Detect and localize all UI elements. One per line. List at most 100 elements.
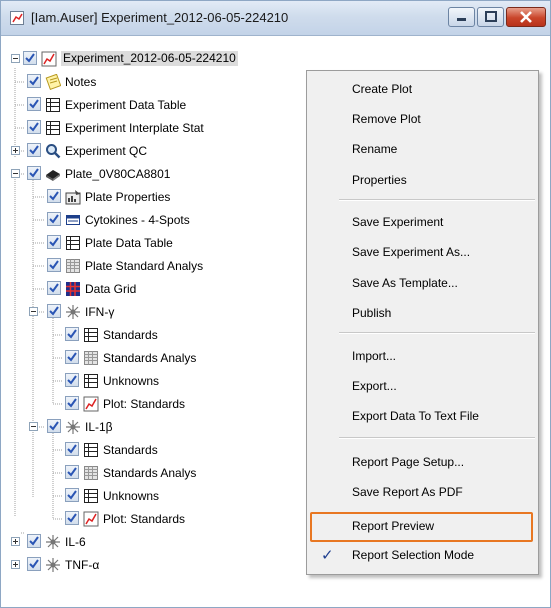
menu-item-report-preview[interactable]: Report Preview [352,519,434,533]
tree-label: Plate Properties [85,190,171,204]
checkbox[interactable] [65,373,79,387]
tree-label: Data Grid [85,282,137,296]
menu-item-export[interactable]: Export... [352,379,397,393]
checkbox[interactable] [65,442,79,456]
checkbox[interactable] [27,97,41,111]
checkbox[interactable] [27,74,41,88]
menu-item-report-page-setup[interactable]: Report Page Setup... [352,455,464,469]
checkbox[interactable] [47,189,61,203]
tree-item-il1-plot[interactable]: Plot: Standards [3,508,303,530]
analysis-icon [65,258,81,274]
checkbox[interactable] [65,511,79,525]
menu-item-save-experiment-as[interactable]: Save Experiment As... [352,245,470,259]
tree-label: Notes [65,75,97,89]
tree-label: Plate Data Table [85,236,173,250]
checkbox[interactable] [65,396,79,410]
checkbox[interactable] [27,120,41,134]
expand-toggle[interactable] [11,146,20,155]
tree-label: Plate_0V80CA8801 [65,167,171,181]
analyte-icon [65,419,81,435]
tree-item-notes[interactable]: Notes [3,71,303,93]
plot-icon [10,11,24,25]
menu-item-create-plot[interactable]: Create Plot [352,82,412,96]
checkbox[interactable] [47,258,61,272]
checkbox[interactable] [47,419,61,433]
close-button[interactable] [506,7,546,27]
tree-label: IL-1β [85,420,113,434]
menu-item-report-selection-mode[interactable]: Report Selection Mode [352,548,474,562]
menu-item-properties[interactable]: Properties [352,173,407,187]
checkbox[interactable] [23,51,37,65]
checkbox[interactable] [27,166,41,180]
checkbox[interactable] [27,143,41,157]
tree-item-qc[interactable]: Experiment QC [3,140,303,162]
checkbox[interactable] [47,304,61,318]
menu-item-save-experiment[interactable]: Save Experiment [352,215,443,229]
analyte-icon [45,557,61,573]
checkbox[interactable] [65,465,79,479]
context-menu: Create Plot Remove Plot Rename Propertie… [306,70,539,575]
menu-item-publish[interactable]: Publish [352,306,391,320]
tree-item-plate-properties[interactable]: Plate Properties [3,186,303,208]
tree-label: Standards [103,443,158,457]
table-icon [65,235,81,251]
expand-toggle[interactable] [11,560,20,569]
plot-icon [83,511,99,527]
tree-item-plate-standard[interactable]: Plate Standard Analys [3,255,303,277]
expand-toggle[interactable] [11,537,20,546]
app-window: [Iam.Auser] Experiment_2012-06-05-224210 [0,0,551,608]
menu-item-save-report-pdf[interactable]: Save Report As PDF [352,485,463,499]
tree-item-cytokines[interactable]: Cytokines - 4-Spots [3,209,303,231]
checkbox[interactable] [65,350,79,364]
tree-item-root[interactable]: Experiment_2012-06-05-224210 [3,48,303,70]
plot-icon [83,396,99,412]
title-bar[interactable]: [Iam.Auser] Experiment_2012-06-05-224210 [1,1,550,36]
tree-label: Plate Standard Analys [85,259,204,273]
collapse-toggle[interactable] [29,422,38,431]
table-icon [83,442,99,458]
tree-label: Experiment QC [65,144,148,158]
tree-item-ifn-standards[interactable]: Standards [3,324,303,346]
maximize-button[interactable] [477,7,504,27]
tree-item-plate[interactable]: Plate_0V80CA8801 [3,163,303,185]
menu-separator [339,437,535,439]
tree-label: Standards Analys [103,351,197,365]
menu-item-export-data-text[interactable]: Export Data To Text File [352,409,479,423]
tree-item-il1-standards[interactable]: Standards [3,439,303,461]
tree-item-il6[interactable]: IL-6 [3,531,303,553]
tree-item-il1[interactable]: IL-1β [3,416,303,438]
checkbox[interactable] [47,212,61,226]
menu-item-remove-plot[interactable]: Remove Plot [352,112,421,126]
menu-item-rename[interactable]: Rename [352,142,397,156]
tree-item-ifn-plot[interactable]: Plot: Standards [3,393,303,415]
tree-item-il1-standards-analysis[interactable]: Standards Analys [3,462,303,484]
tree-item-experiment-data-table[interactable]: Experiment Data Table [3,94,303,116]
minimize-button[interactable] [448,7,475,27]
checkbox[interactable] [27,557,41,571]
tree-item-il1-unknowns[interactable]: Unknowns [3,485,303,507]
tree-label: Standards [103,328,158,342]
checkbox[interactable] [47,235,61,249]
tree-item-plate-data-table[interactable]: Plate Data Table [3,232,303,254]
tree-item-tnf[interactable]: TNF-α [3,554,303,576]
check-icon: ✓ [321,547,334,564]
collapse-toggle[interactable] [11,54,20,63]
magnifier-icon [45,143,61,159]
collapse-toggle[interactable] [11,169,20,178]
collapse-toggle[interactable] [29,307,38,316]
tree-item-ifn-unknowns[interactable]: Unknowns [3,370,303,392]
tree-item-ifn[interactable]: IFN-γ [3,301,303,323]
tree-item-data-grid[interactable]: Data Grid [3,278,303,300]
tree-label: Plot: Standards [103,397,186,411]
experiment-plot-icon [41,51,57,67]
table-icon [83,327,99,343]
tree-item-interplate[interactable]: Experiment Interplate Stat [3,117,303,139]
menu-item-save-as-template[interactable]: Save As Template... [352,276,458,290]
menu-item-import[interactable]: Import... [352,349,396,363]
checkbox[interactable] [47,281,61,295]
checkbox[interactable] [27,534,41,548]
tree-item-ifn-standards-analysis[interactable]: Standards Analys [3,347,303,369]
checkbox[interactable] [65,488,79,502]
checkbox[interactable] [65,327,79,341]
tree-label: Unknowns [103,489,160,503]
